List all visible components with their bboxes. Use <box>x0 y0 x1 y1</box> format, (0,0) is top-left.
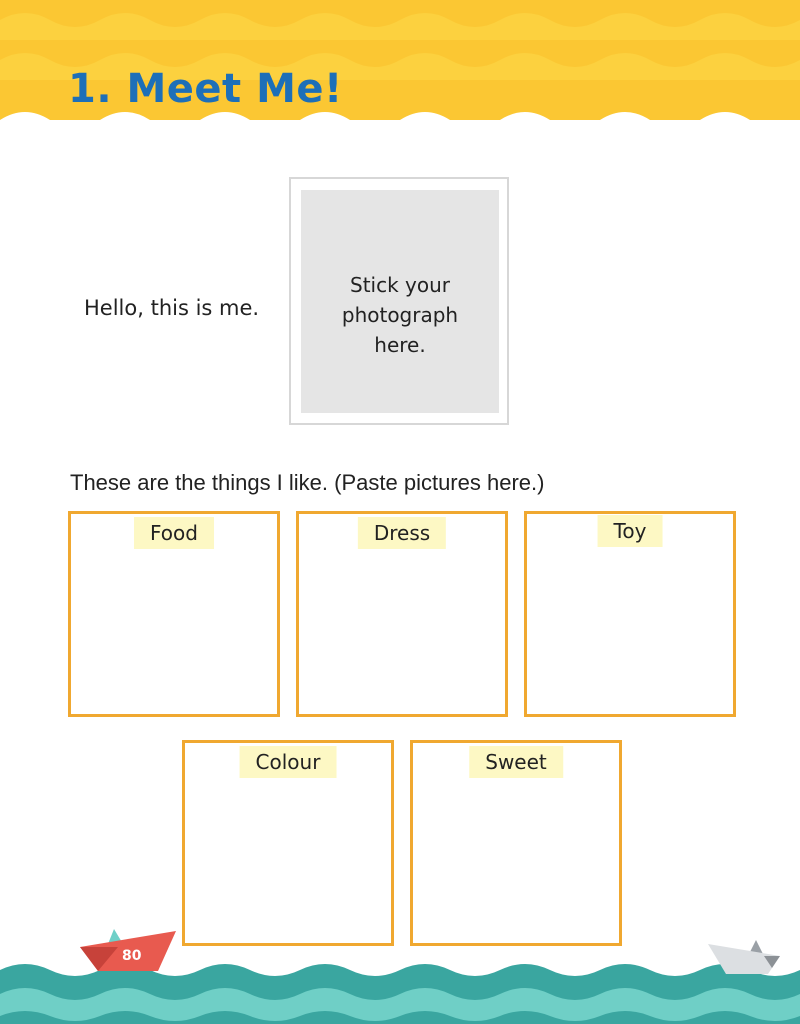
like-box-sweet: Sweet <box>410 740 622 946</box>
intro-text: Hello, this is me. <box>84 296 260 320</box>
photo-placeholder: Stick your photograph here. <box>301 190 499 413</box>
grey-boat-icon <box>708 940 780 974</box>
like-box-dress: Dress <box>296 511 508 717</box>
likes-instruction: These are the things I like. (Paste pict… <box>70 470 545 495</box>
photo-frame: Stick your photograph here. <box>289 177 509 425</box>
header-banner: 1. Meet Me! <box>0 0 800 150</box>
photo-placeholder-text: Stick your photograph here. <box>341 273 459 357</box>
like-box-label: Sweet <box>469 746 563 778</box>
like-box-colour: Colour <box>182 740 394 946</box>
like-box-label: Food <box>134 517 214 549</box>
like-box-toy: Toy <box>524 511 736 717</box>
page-number: 80 <box>122 948 142 964</box>
like-box-label: Dress <box>357 517 447 549</box>
like-box-label: Colour <box>239 746 337 778</box>
page-title: 1. Meet Me! <box>68 66 343 112</box>
like-box-label: Toy <box>597 515 663 547</box>
like-box-food: Food <box>68 511 280 717</box>
